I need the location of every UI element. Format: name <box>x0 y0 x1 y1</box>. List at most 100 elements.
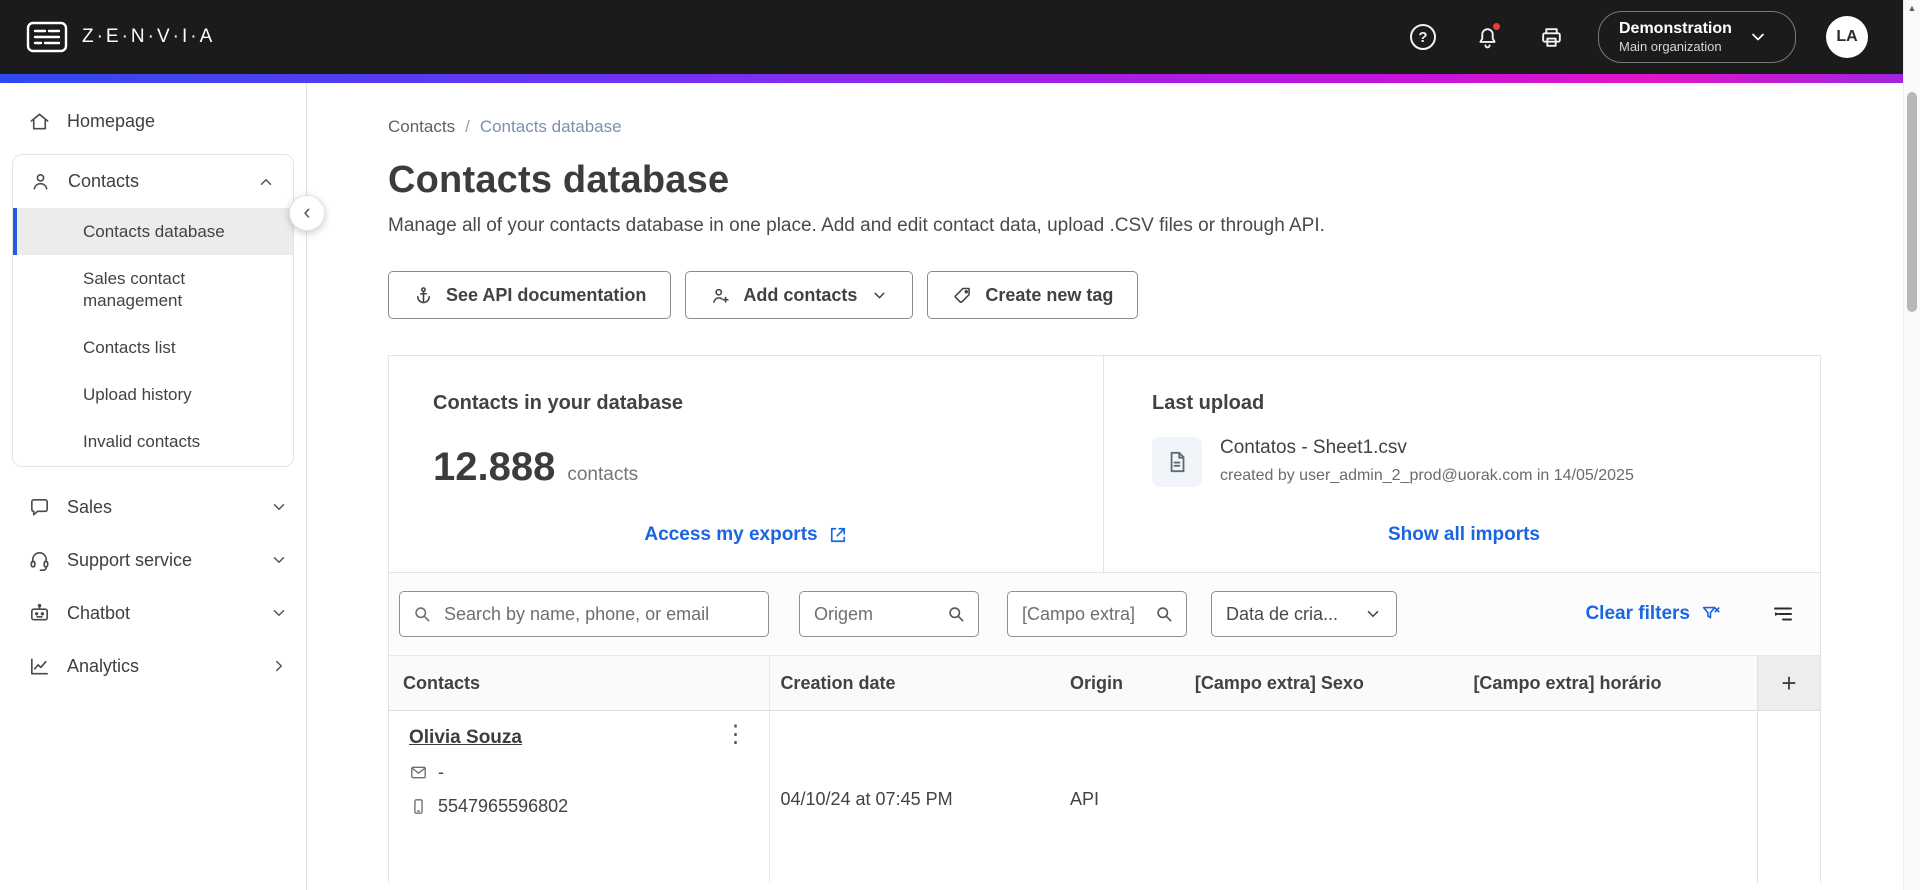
sidebar-label: Contacts <box>68 171 140 191</box>
scrollbar-up-arrow[interactable]: ▲ <box>1904 3 1920 13</box>
link-label: Access my exports <box>644 524 818 545</box>
chevron-down-icon <box>273 557 285 563</box>
dropdown-label: Data de cria... <box>1226 603 1339 624</box>
origin-cell: API <box>1070 789 1100 809</box>
sidebar-label: Support service <box>67 549 193 570</box>
breadcrumb-contacts[interactable]: Contacts <box>388 117 455 137</box>
sidebar: ‹ Homepage Contacts Contacts database Sa… <box>0 83 325 890</box>
sidebar-item-sales-contact-management[interactable]: Sales contact management <box>13 255 293 324</box>
row-end-cell <box>1758 711 1820 883</box>
contact-cell: Olivia Souza ⋮ - 5547965596802 <box>389 711 771 883</box>
sidebar-item-upload-history[interactable]: Upload history <box>13 371 293 418</box>
column-header-campo-extra-sexo[interactable]: [Campo extra] Sexo <box>1185 656 1464 710</box>
envelope-icon <box>411 766 426 779</box>
button-label: Add contacts <box>743 284 858 305</box>
sidebar-label: Analytics <box>67 655 140 676</box>
origem-filter-wrapper <box>799 591 979 637</box>
table-header: Contacts Creation date Origin [Campo ext… <box>389 656 1820 711</box>
sidebar-label: Chatbot <box>67 602 131 623</box>
sidebar-item-support-service[interactable]: Support service <box>0 534 306 587</box>
zenvia-logo-icon <box>26 20 68 54</box>
contact-email: - <box>438 762 444 782</box>
chevron-down-icon <box>1752 33 1764 41</box>
sidebar-label: Sales <box>67 496 113 517</box>
export-icon <box>830 527 845 543</box>
scrollbar-thumb[interactable] <box>1907 92 1917 312</box>
sidebar-item-contacts-database[interactable]: Contacts database <box>13 208 293 256</box>
home-icon <box>30 113 49 130</box>
notification-dot <box>1491 21 1502 32</box>
filter-list-icon <box>1774 607 1792 621</box>
button-label: See API documentation <box>446 284 647 305</box>
sidebar-collapse-button[interactable]: ‹ <box>289 195 325 231</box>
contacts-count: 12.888 contacts <box>433 445 1059 490</box>
row-menu-button[interactable]: ⋮ <box>723 723 747 747</box>
notifications-button[interactable] <box>1470 20 1504 54</box>
tag-icon <box>955 287 971 303</box>
organization-sub: Main organization <box>1619 38 1722 54</box>
creation-date-filter-dropdown[interactable]: Data de cria... <box>1211 591 1397 637</box>
app-root: Z·E·N·V·I·A ? Demonstration Main organiz… <box>0 0 1920 890</box>
sidebar-item-homepage[interactable]: Homepage <box>0 95 306 148</box>
help-icon: ? <box>1410 24 1436 50</box>
campo-extra-filter-wrapper <box>1007 591 1187 637</box>
see-api-documentation-button[interactable]: See API documentation <box>388 271 672 319</box>
add-contacts-button[interactable]: Add contacts <box>685 271 914 319</box>
column-header-campo-extra-horario[interactable]: [Campo extra] horário <box>1463 656 1758 710</box>
summary-title: Contacts in your database <box>433 392 684 414</box>
creation-date-cell: 04/10/24 at 07:45 PM <box>780 789 953 809</box>
sidebar-label: Homepage <box>67 111 156 131</box>
search-input[interactable] <box>399 591 769 637</box>
brand-gradient-bar <box>0 74 1920 83</box>
access-my-exports-link[interactable]: Access my exports <box>644 524 847 546</box>
contacts-count-unit: contacts <box>567 464 639 485</box>
last-upload-card: Last upload Contatos - Sheet1.csv create… <box>1103 356 1820 572</box>
search-field-wrapper <box>399 591 769 637</box>
link-label: Show all imports <box>1387 524 1541 545</box>
page-scrollbar[interactable]: ▲ <box>1903 0 1920 890</box>
column-header-creation-date[interactable]: Creation date <box>770 656 1060 710</box>
create-new-tag-button[interactable]: Create new tag <box>927 271 1139 319</box>
organization-switcher[interactable]: Demonstration Main organization <box>1598 10 1796 64</box>
filter-off-icon <box>1702 606 1720 619</box>
topbar: Z·E·N·V·I·A ? Demonstration Main organiz… <box>0 0 1920 74</box>
sidebar-item-chatbot[interactable]: Chatbot <box>0 587 306 640</box>
campo-extra-sexo-cell <box>1185 711 1464 883</box>
contact-email-line: - <box>409 762 753 783</box>
contact-name-link[interactable]: Olivia Souza <box>409 727 522 749</box>
page-subtitle: Manage all of your contacts database in … <box>388 215 1325 236</box>
sidebar-item-invalid-contacts[interactable]: Invalid contacts <box>13 418 293 465</box>
sidebar-item-contacts[interactable]: Contacts <box>13 155 293 208</box>
printer-icon <box>1541 27 1561 47</box>
chevron-up-icon <box>260 178 272 185</box>
clear-filters-link[interactable]: Clear filters <box>1585 603 1722 625</box>
page-title: Contacts database <box>388 159 730 201</box>
campo-extra-horario-cell <box>1463 711 1758 883</box>
column-header-contacts[interactable]: Contacts <box>389 656 771 710</box>
file-name: Contatos - Sheet1.csv <box>1220 437 1407 458</box>
user-avatar[interactable]: LA <box>1826 16 1868 58</box>
show-all-imports-link[interactable]: Show all imports <box>1388 524 1540 546</box>
person-icon <box>33 173 48 190</box>
brand: Z·E·N·V·I·A <box>26 20 215 54</box>
filter-list-button[interactable] <box>1768 599 1798 629</box>
sidebar-item-analytics[interactable]: Analytics <box>0 640 306 693</box>
help-button[interactable]: ? <box>1406 20 1440 54</box>
breadcrumb-contacts-database[interactable]: Contacts database <box>480 117 622 137</box>
person-add-icon <box>713 288 730 303</box>
column-header-origin[interactable]: Origin <box>1060 656 1185 710</box>
contact-phone: 5547965596802 <box>438 796 569 816</box>
printer-button[interactable] <box>1534 20 1568 54</box>
breadcrumb: Contacts / Contacts database <box>388 117 1821 137</box>
sidebar-item-contacts-list[interactable]: Contacts list <box>13 324 293 371</box>
chevron-right-icon <box>276 660 282 672</box>
anchor-icon <box>417 286 430 303</box>
add-column-button[interactable]: + <box>1758 656 1820 710</box>
sidebar-group-contacts: Contacts Contacts database Sales contact… <box>12 154 294 467</box>
organization-labels: Demonstration Main organization <box>1619 19 1732 55</box>
button-label: Create new tag <box>985 284 1114 305</box>
mobile-phone-icon <box>414 799 423 814</box>
main-content: Contacts / Contacts database Contacts da… <box>307 83 1920 890</box>
chevron-down-icon <box>273 610 285 616</box>
sidebar-item-sales[interactable]: Sales <box>0 481 306 534</box>
